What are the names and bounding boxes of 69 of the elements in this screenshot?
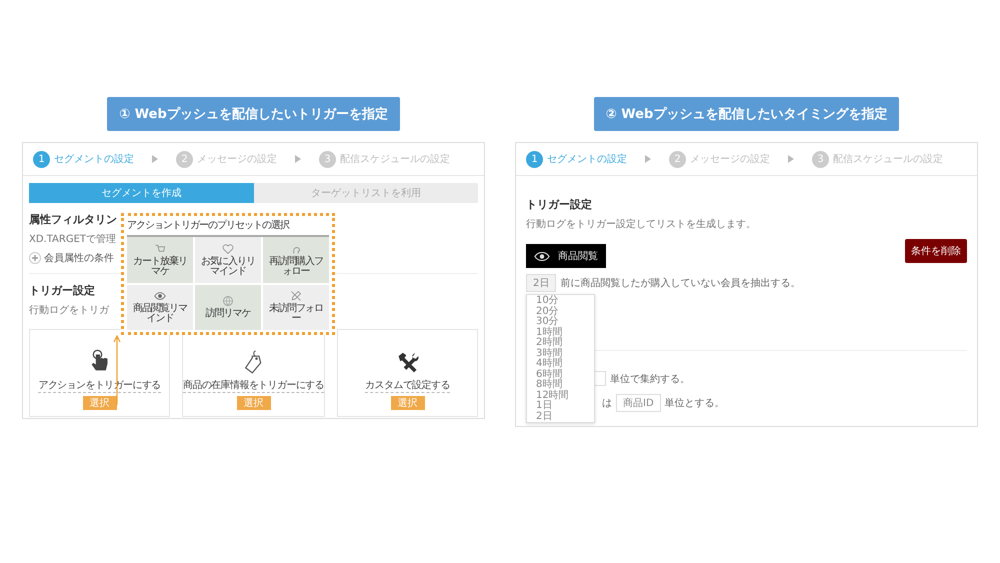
caption-label: ② Webプッシュを配信したいタイミングを指定: [594, 97, 900, 131]
dropdown-option[interactable]: 3時間: [536, 348, 594, 359]
tab[interactable]: セグメントを作成: [29, 183, 254, 203]
preset-title: お気に入りリマインド: [200, 256, 256, 277]
section-description: XD.TARGETで管理: [29, 233, 116, 246]
preset-title: 訪問リマケ: [204, 309, 252, 320]
hammer-wrench-icon: [396, 351, 420, 375]
dropdown-option[interactable]: 1日: [536, 401, 594, 412]
dropdown-option[interactable]: 8時間: [536, 380, 594, 390]
step-label: セグメントの設定: [54, 152, 134, 166]
dropdown-option[interactable]: 1時間: [536, 328, 594, 338]
dropdown-option[interactable]: 2日: [536, 412, 594, 422]
eye-icon: [534, 252, 550, 260]
arrow-icon: [645, 155, 651, 163]
section-heading: 属性フィルタリン: [29, 212, 117, 227]
step-label: 配信スケジュールの設定: [340, 152, 450, 166]
arrow-icon: [788, 155, 794, 163]
eye-icon: [154, 290, 166, 302]
condition-text: 前に商品閲覧したが購入していない会員を抽出する。: [560, 276, 800, 290]
dropdown-option[interactable]: 12時間: [536, 390, 594, 401]
condition-text: 単位で集約する。: [610, 372, 690, 386]
dropdown-option[interactable]: 4時間: [536, 359, 594, 370]
arrow-icon: [152, 155, 158, 163]
crossed-pen-icon: [290, 290, 302, 302]
step-number: 1: [526, 150, 543, 168]
section-heading: トリガー設定: [29, 283, 95, 298]
step-label: 配信スケジュールの設定: [833, 152, 943, 166]
select-button[interactable]: 選択: [82, 396, 116, 410]
caption-label: ① Webプッシュを配信したいトリガーを指定: [107, 97, 400, 131]
section-heading: トリガー設定: [526, 197, 592, 212]
section-description: 行動ログをトリガ: [29, 304, 109, 317]
condition-text: 単位とする。: [664, 397, 725, 410]
step-number: 1: [33, 150, 50, 168]
dropdown-option[interactable]: 30分: [536, 317, 594, 328]
step-label: メッセージの設定: [690, 152, 770, 166]
option-label: カスタムで設定する: [365, 378, 450, 393]
add-condition-link[interactable]: 会員属性の条件: [44, 251, 114, 265]
condition-text: は: [602, 397, 612, 410]
preset-title: カート放棄リマケ: [132, 256, 188, 277]
heart-icon: [222, 242, 234, 255]
popup-title: アクショントリガーのプリセットの選択: [127, 218, 290, 232]
option-label: 商品の在庫情報をトリガーにする: [183, 378, 324, 393]
tab[interactable]: ターゲットリストを利用: [254, 183, 478, 203]
step-label: メッセージの設定: [197, 152, 277, 166]
preset-title: 未訪問フォロー: [268, 304, 324, 324]
preset-tile[interactable]: 商品閲覧リマインド: [127, 284, 193, 330]
preset-tile[interactable]: 未訪問フォロー: [263, 284, 329, 330]
globe-icon: [222, 295, 234, 308]
dropdown-option[interactable]: 10分: [536, 296, 594, 306]
preset-title: 再訪問購入フォロー: [268, 256, 324, 277]
unit-select[interactable]: 商品ID: [616, 394, 661, 412]
preset-tile[interactable]: 訪問リマケ: [195, 284, 261, 330]
arrow-icon: [295, 155, 301, 163]
dropdown-option[interactable]: 2時間: [536, 338, 594, 348]
preset-tile[interactable]: お気に入りリマインド: [195, 237, 261, 282]
period-select[interactable]: 2日: [526, 274, 556, 292]
dropdown-option[interactable]: 6時間: [536, 370, 594, 380]
select-button[interactable]: 選択: [236, 396, 270, 410]
step-label: セグメントの設定: [547, 152, 627, 166]
delete-condition-button[interactable]: 条件を削除: [905, 239, 967, 263]
preset-tile[interactable]: 再訪問購入フォロー: [263, 237, 329, 282]
preset-tile[interactable]: カート放棄リマケ: [127, 237, 193, 282]
tag-icon: [244, 349, 264, 375]
badge-label: 商品閲覧: [558, 250, 598, 263]
preset-title: 商品閲覧リマインド: [132, 304, 188, 324]
select-button[interactable]: 選択: [390, 396, 425, 410]
dropdown-option[interactable]: 20分: [536, 306, 594, 317]
section-description: 行動ログをトリガー設定してリストを生成します。: [526, 218, 756, 231]
add-icon[interactable]: [29, 252, 41, 264]
